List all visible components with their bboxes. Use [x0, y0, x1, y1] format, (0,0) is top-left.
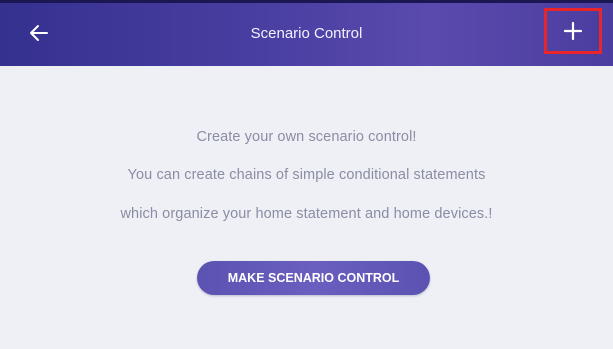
empty-state-description-line1: You can create chains of simple conditio… — [127, 167, 486, 183]
app-header: Scenario Control — [0, 0, 613, 66]
empty-state-heading: Create your own scenario control! — [196, 129, 417, 145]
app-screen: Scenario Control Create your own scenari… — [0, 0, 613, 349]
arrow-left-icon — [30, 25, 48, 41]
empty-state: Create your own scenario control! You ca… — [0, 66, 613, 349]
plus-icon — [563, 21, 583, 41]
add-scenario-button[interactable] — [544, 8, 602, 54]
empty-state-description-line2: which organize your home statement and h… — [120, 206, 493, 222]
make-scenario-control-button[interactable]: MAKE SCENARIO CONTROL — [197, 261, 430, 295]
page-title: Scenario Control — [250, 24, 363, 42]
status-strip — [0, 0, 613, 3]
back-button[interactable] — [22, 16, 56, 50]
